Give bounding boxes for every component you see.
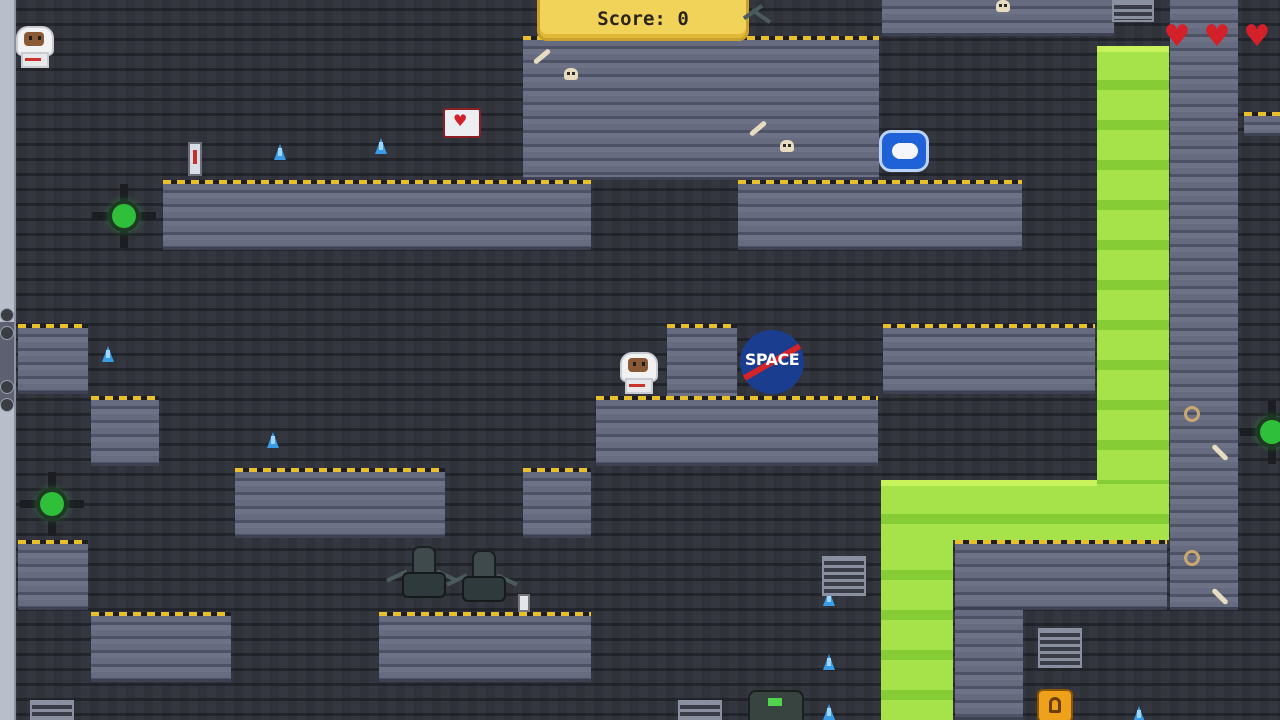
turret-icon: [92, 184, 156, 248]
platform: [163, 180, 591, 250]
platform-column: [955, 610, 1023, 720]
gem-icon[interactable]: [823, 704, 835, 720]
platform: [523, 468, 591, 538]
heart-icon: ♥: [1243, 19, 1271, 54]
capsule-icon[interactable]: [879, 130, 929, 172]
acid-pool: [881, 484, 1169, 540]
alien-icon: [446, 548, 518, 608]
score-panel: Score: 0: [537, 0, 749, 41]
astronaut-life-icon: [12, 24, 54, 68]
key-icon[interactable]: [1037, 689, 1073, 720]
heart-icon: ♥: [1163, 19, 1191, 54]
score-spacer: [666, 8, 677, 30]
robot-icon: [748, 690, 804, 720]
vent-icon: [30, 700, 74, 720]
gem-icon[interactable]: [274, 144, 286, 160]
score-label: Score:: [597, 8, 666, 30]
score-value: 0: [677, 8, 689, 30]
platform: [235, 468, 445, 538]
vent-icon: [1112, 0, 1154, 22]
platform: [883, 324, 1095, 394]
gem-icon[interactable]: [823, 654, 835, 670]
space-logo-text: SPACE: [744, 350, 800, 369]
platform: [91, 396, 159, 466]
platform: [91, 612, 231, 682]
platform: [738, 180, 1022, 250]
beacon-icon: [518, 594, 530, 612]
gem-icon[interactable]: [267, 432, 279, 448]
rail-knob-icon: [0, 308, 14, 322]
platform: [955, 540, 1167, 610]
alien-icon: [386, 544, 458, 604]
heart-icon: ♥: [1203, 19, 1231, 54]
rail-knob-icon: [0, 398, 14, 412]
vent-icon: [1038, 628, 1082, 668]
gem-icon[interactable]: [375, 138, 387, 154]
vent-icon: [678, 700, 722, 720]
turret-icon: [20, 472, 84, 536]
acid-surface: [881, 480, 1097, 486]
vent-icon: [822, 556, 866, 596]
skull-icon: [996, 0, 1010, 12]
ribcage-icon: [1184, 550, 1200, 566]
skull-icon: [564, 68, 578, 80]
gem-icon[interactable]: [1133, 706, 1145, 720]
platform: [523, 36, 879, 180]
platform: [596, 396, 878, 466]
acid-pool: [881, 540, 953, 720]
game-stage[interactable]: Score: 0 ♥ ♥ ♥ SPACE ♥: [0, 0, 1280, 720]
platform-column: [1170, 0, 1238, 610]
turret-icon: [1240, 400, 1280, 464]
platform: [1244, 112, 1280, 136]
platform: [379, 612, 591, 682]
lives-hearts: ♥ ♥ ♥: [1162, 22, 1272, 52]
medkit-icon[interactable]: ♥: [443, 108, 481, 138]
rail-knob-icon: [0, 326, 14, 340]
space-agency-logo: SPACE: [740, 330, 804, 394]
alien-icon: [740, 0, 772, 30]
beacon-icon: [188, 142, 202, 176]
platform: [18, 540, 88, 610]
gem-icon[interactable]: [102, 346, 114, 362]
platform: [667, 324, 737, 404]
skull-icon: [780, 140, 794, 152]
ribcage-icon: [1184, 406, 1200, 422]
acid-surface: [1097, 46, 1169, 52]
acid-pool: [1097, 50, 1169, 540]
platform: [18, 324, 88, 394]
rail-knob-icon: [0, 380, 14, 394]
astronaut-player-icon[interactable]: [616, 350, 658, 394]
